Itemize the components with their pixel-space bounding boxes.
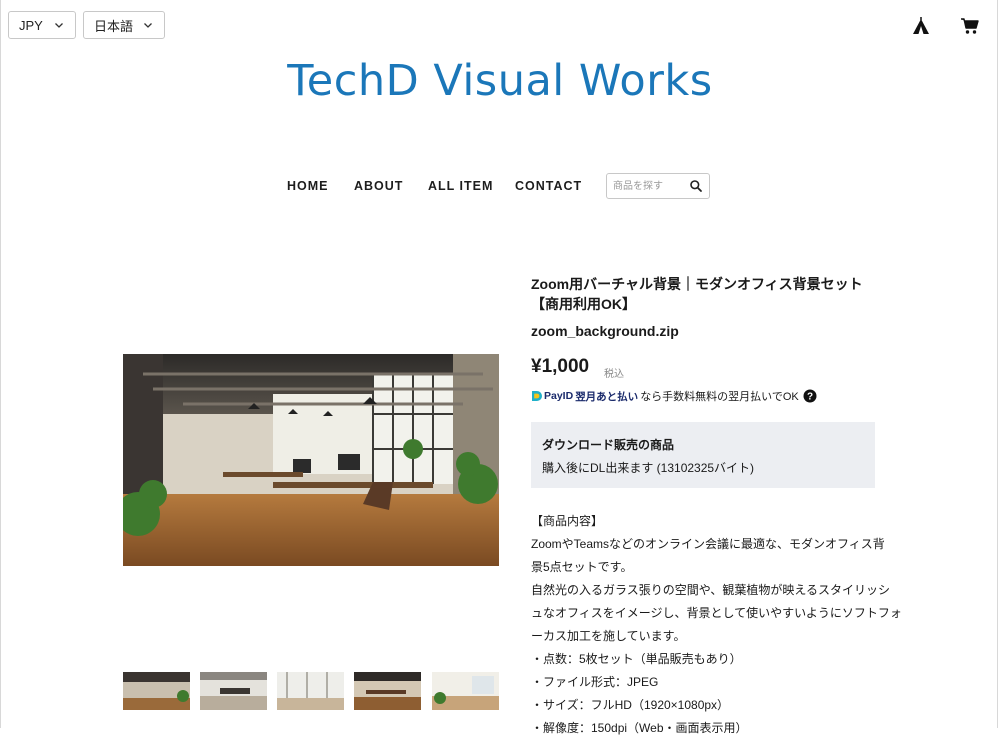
description-line: ーカス加工を施しています。 xyxy=(531,629,686,643)
language-select[interactable]: 日本語 xyxy=(83,11,165,39)
nav-home[interactable]: HOME xyxy=(287,179,329,193)
payid-mark-icon xyxy=(532,391,542,401)
product-main-image[interactable] xyxy=(123,354,499,566)
description-line: ・サイズ：フルHD（1920×1080px） xyxy=(531,698,730,712)
description-line: ZoomやTeamsなどのオンライン会議に最適な、モダンオフィス背 xyxy=(531,537,885,551)
chevron-down-icon xyxy=(55,23,63,28)
description-line: 景5点セットです。 xyxy=(531,560,633,574)
thumbnail-image[interactable] xyxy=(200,672,267,710)
description-line: 【商品内容】 xyxy=(531,514,604,528)
payid-label: 翌月あと払い xyxy=(575,390,639,403)
description-line: ・ファイル形式：JPEG xyxy=(531,675,659,689)
search-icon[interactable] xyxy=(689,179,703,193)
download-detail: 購入後にDL出来ます (13102325バイト) xyxy=(542,461,755,475)
search-box xyxy=(606,173,710,199)
thumbnail-image[interactable] xyxy=(432,672,499,710)
nav-about[interactable]: ABOUT xyxy=(354,179,403,193)
thumbnail-image[interactable] xyxy=(277,672,344,710)
currency-select[interactable]: JPY xyxy=(8,11,76,39)
page-left-border xyxy=(0,0,1,728)
payid-brand: PayID xyxy=(544,390,574,402)
payid-notice: PayID 翌月あと払い なら手数料無料の翌月払いでOK ? xyxy=(531,388,817,404)
site-title[interactable]: TechD Visual Works xyxy=(0,56,1000,106)
product-title: Zoom用バーチャル背景｜モダンオフィス背景セット【商用利用OK】 xyxy=(531,276,863,312)
svg-text:?: ? xyxy=(807,392,813,403)
description-line: ュなオフィスをイメージし、背景として使いやすいようにソフトフォ xyxy=(531,606,902,620)
tax-label: 税込 xyxy=(604,369,624,380)
language-value: 日本語 xyxy=(94,18,134,34)
product-price: ¥1,000 xyxy=(531,356,590,377)
product-description: 【商品内容】 ZoomやTeamsなどのオンライン会議に最適な、モダンオフィス背… xyxy=(531,510,902,740)
nav-contact[interactable]: CONTACT xyxy=(515,179,582,193)
payid-logo: PayID 翌月あと払い xyxy=(531,389,638,404)
description-line: 自然光の入るガラス張りの空間や、観葉植物が映えるスタイリッシ xyxy=(531,583,891,597)
description-line: ・点数：5枚セット（単品販売もあり） xyxy=(531,652,742,666)
page-right-border xyxy=(997,0,998,728)
tent-icon[interactable] xyxy=(911,16,931,36)
download-heading: ダウンロード販売の商品 xyxy=(542,438,675,452)
download-info-box: ダウンロード販売の商品 購入後にDL出来ます (13102325バイト) xyxy=(531,422,875,488)
chevron-down-icon xyxy=(144,23,152,28)
currency-value: JPY xyxy=(19,17,43,33)
product-filename: zoom_background.zip xyxy=(531,323,679,339)
payid-text: なら手数料無料の翌月払いでOK xyxy=(640,391,799,403)
description-line: ・解像度：150dpi（Web・画面表示用） xyxy=(531,721,748,735)
thumbnail-image[interactable] xyxy=(354,672,421,710)
cart-icon[interactable] xyxy=(960,16,980,36)
help-icon[interactable]: ? xyxy=(803,389,817,403)
thumbnail-image[interactable] xyxy=(123,672,190,710)
nav-all-item[interactable]: ALL ITEM xyxy=(428,179,493,193)
search-input[interactable] xyxy=(613,178,683,194)
